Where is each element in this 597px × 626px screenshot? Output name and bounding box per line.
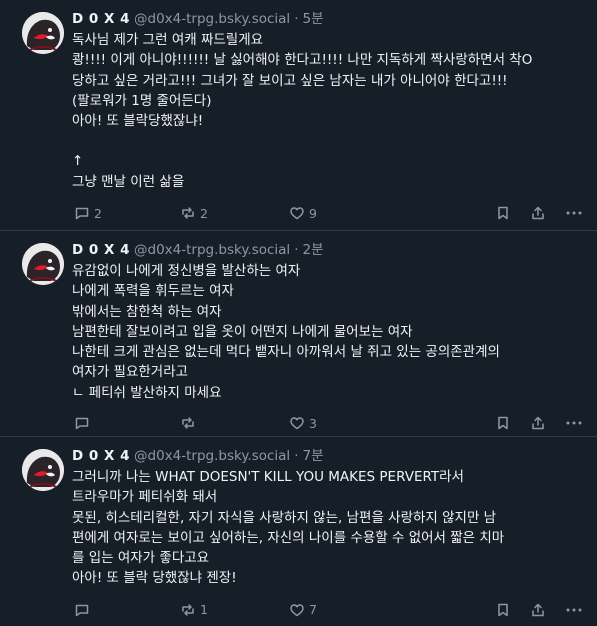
share-button[interactable] [530,415,546,431]
post-line: 아아! 또 블락당했잖냐! [72,113,204,130]
repost-arrows-icon [182,207,194,219]
bookmark-icon [498,603,508,617]
post-header: D 0 X 4 @d0x4-trpg.bsky.social · 5분 [72,10,585,28]
share-button[interactable] [530,205,546,221]
avatar-image [22,449,64,491]
post-line-blank [72,131,585,151]
repost-arrows-icon [182,417,194,429]
post-line: 밖에서는 참한척 하는 여자 [72,303,222,320]
bookmark-icon [498,416,508,430]
repost-button[interactable]: 2 [180,205,208,221]
like-count: 9 [309,205,317,221]
avatar[interactable] [22,243,64,285]
more-options-button[interactable] [565,415,583,431]
repost-button[interactable]: 1 [180,602,208,618]
share-icon [532,416,544,430]
author-name[interactable]: D 0 X 4 [72,10,130,28]
post-line: ㄴ 페티쉬 발산하지 마세요 [72,384,222,401]
repost-count: 2 [200,205,208,221]
post-header: D 0 X 4 @d0x4-trpg.bsky.social · 7분 [72,447,585,465]
timestamp[interactable]: 7분 [302,447,323,465]
timestamp[interactable]: 5분 [302,10,323,28]
like-count: 3 [309,415,317,431]
author-name[interactable]: D 0 X 4 [72,447,130,465]
bookmark-button[interactable] [495,602,511,618]
post-line: 트라우마가 페티쉬화 돼서 [72,489,218,506]
post-line: 여자가 필요한거라고 [72,364,189,381]
more-dots-icon [566,608,582,612]
avatar-image [22,243,64,285]
post-line: (팔로워가 1명 줄어든다) [72,92,212,109]
post-actions: 3 [72,407,585,439]
like-count: 7 [309,602,317,618]
more-dots-icon [566,211,582,215]
post-line: 쾅!!!! 이게 아니야!!!!!! 날 싫어해야 한다고!!!! 나만 지독하… [72,52,533,69]
post-line: 편에게 여자로는 보이고 싶어하는, 자신의 나이를 수용할 수 없어서 짧은 … [72,529,505,546]
repost-count: 1 [200,602,208,618]
repost-button[interactable] [180,415,200,431]
post[interactable]: D 0 X 4 @d0x4-trpg.bsky.social · 5분 독사님 … [0,0,597,231]
reply-button[interactable] [74,415,94,431]
reply-button[interactable] [74,602,94,618]
avatar-image [22,12,64,54]
bookmark-button[interactable] [495,205,511,221]
post-line: 그러니까 나는 WHAT DOESN'T KILL YOU MAKES PERV… [72,469,464,485]
speech-bubble-icon [75,207,89,220]
reply-button[interactable]: 2 [74,205,102,221]
post-text: 유감없이 나에게 정신병을 발산하는 여자 나에게 폭력을 휘두르는 여자 밖에… [72,261,585,403]
repost-arrows-icon [182,604,194,616]
post-line: 나에게 폭력을 휘두르는 여자 [72,283,234,300]
bookmark-button[interactable] [495,415,511,431]
reply-count: 2 [94,205,102,221]
bookmark-icon [498,206,508,220]
post-line: 를 입는 여자가 좋다고요 [72,550,210,567]
heart-icon [290,207,304,220]
share-icon [532,603,544,617]
post-text: 그러니까 나는 WHAT DOESN'T KILL YOU MAKES PERV… [72,467,585,589]
heart-icon [290,604,304,617]
separator-dot: · [294,242,299,258]
author-handle[interactable]: @d0x4-trpg.bsky.social [134,447,290,465]
speech-bubble-icon [75,417,89,430]
separator-dot: · [294,448,299,464]
author-handle[interactable]: @d0x4-trpg.bsky.social [134,10,290,28]
avatar[interactable] [22,449,64,491]
share-button[interactable] [530,602,546,618]
post-line: 나한테 크게 관심은 없는데 먹다 뱉자니 아까워서 날 쥐고 있는 공의존관계… [72,344,500,361]
like-button[interactable]: 9 [289,205,317,221]
post-line: 유감없이 나에게 정신병을 발산하는 여자 [72,263,301,279]
post-actions: 2 2 9 [72,197,585,229]
post-line: 독사님 제가 그런 여캐 짜드릴게요 [72,32,264,48]
post-line: 아아! 또 블락 당했잖냐 젠장! [72,570,237,587]
post-text: 독사님 제가 그런 여캐 짜드릴게요 쾅!!!! 이게 아니야!!!!!! 날 … [72,30,585,192]
like-button[interactable]: 3 [289,415,317,431]
author-handle[interactable]: @d0x4-trpg.bsky.social [134,241,290,259]
post-line: 남편한테 잘보이려고 입을 옷이 어떤지 나에게 물어보는 여자 [72,323,413,340]
post-line: 그냥 맨날 이런 삶을 [72,173,185,190]
heart-icon [290,417,304,430]
post-actions: 1 7 [72,594,585,626]
post-line: ↑ [72,153,84,170]
share-icon [532,206,544,220]
more-options-button[interactable] [565,602,583,618]
more-dots-icon [566,421,582,425]
more-options-button[interactable] [565,205,583,221]
post-header: D 0 X 4 @d0x4-trpg.bsky.social · 2분 [72,241,585,259]
author-name[interactable]: D 0 X 4 [72,241,130,259]
post[interactable]: D 0 X 4 @d0x4-trpg.bsky.social · 7분 그러니까… [0,437,597,619]
avatar[interactable] [22,12,64,54]
feed: D 0 X 4 @d0x4-trpg.bsky.social · 5분 독사님 … [0,0,597,619]
post[interactable]: D 0 X 4 @d0x4-trpg.bsky.social · 2분 유감없이… [0,231,597,437]
like-button[interactable]: 7 [289,602,317,618]
post-line: 당하고 싶은 거라고!!! 그녀가 잘 보이고 싶은 남자는 내가 아니어야 한… [72,72,508,89]
timestamp[interactable]: 2분 [302,241,323,259]
post-line: 못된, 히스테리컬한, 자기 자식을 사랑하지 않는, 남편을 사랑하지 않지만… [72,509,497,526]
separator-dot: · [294,11,299,27]
speech-bubble-icon [75,604,89,617]
